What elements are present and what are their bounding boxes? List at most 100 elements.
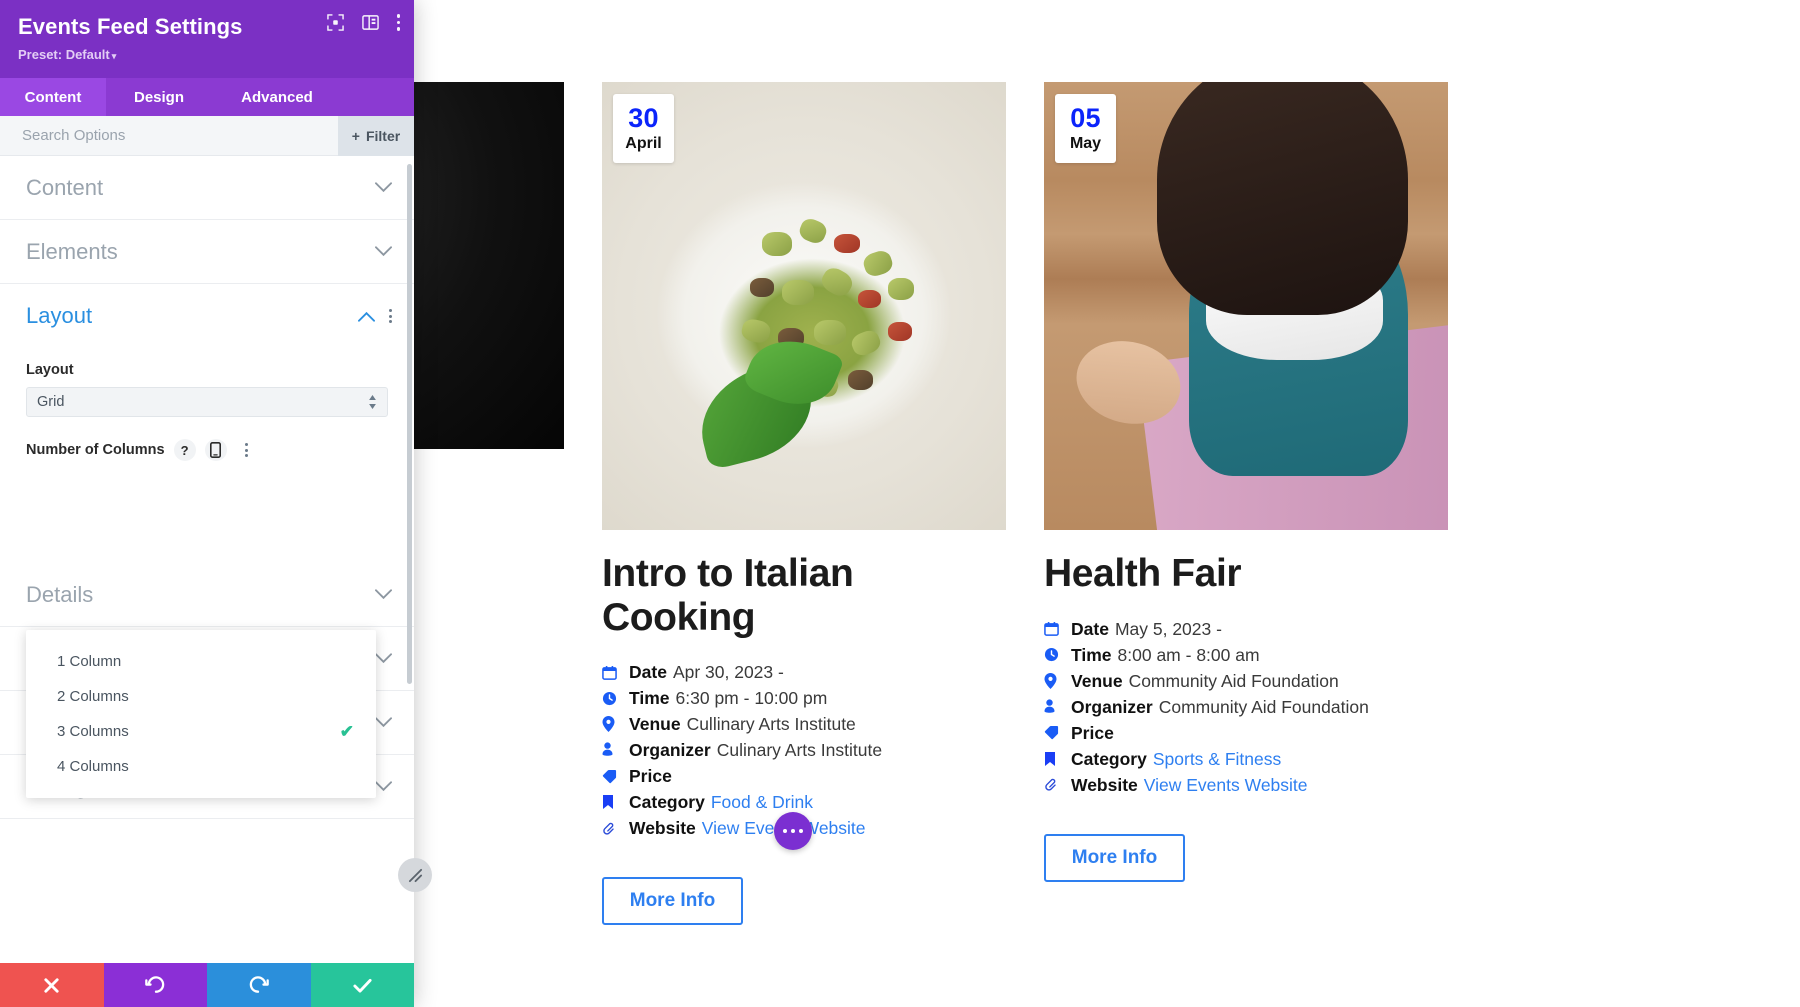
option-1-column[interactable]: 1 Column	[26, 644, 376, 679]
dot	[245, 448, 249, 452]
modal-header: Events Feed Settings Preset: Default ▾	[0, 0, 414, 78]
dot	[245, 443, 249, 446]
option-label: 1 Column	[57, 653, 122, 670]
section-controls	[358, 309, 392, 323]
resize-handle[interactable]	[398, 858, 432, 892]
more-options-icon[interactable]	[396, 14, 400, 31]
preset-selector[interactable]: Preset: Default ▾	[18, 47, 396, 62]
bookmark-icon	[602, 789, 622, 815]
modal-tabs: Content Design Advanced	[0, 78, 414, 116]
dot	[396, 27, 400, 31]
tab-content[interactable]: Content	[0, 78, 106, 116]
detail-label: Price	[1071, 722, 1114, 743]
number-of-columns-dropdown[interactable]: 1 Column 2 Columns 3 Columns ✔ 4 Columns	[26, 630, 376, 798]
date-badge-day: 05	[1070, 102, 1101, 133]
yoga-hair	[1157, 82, 1408, 315]
chevron-down-icon	[375, 589, 392, 600]
section-title: Content	[26, 174, 104, 200]
option-label: 2 Columns	[57, 688, 129, 705]
section-details[interactable]: Details	[0, 563, 414, 627]
help-icon[interactable]: ?	[173, 439, 196, 461]
detail-label: Organizer	[1071, 696, 1153, 717]
detail-label: Organizer	[629, 740, 711, 761]
detail-value: 8:00 am - 8:00 am	[1117, 644, 1260, 665]
detail-row-date: Date May 5, 2023 -	[1044, 616, 1448, 642]
option-3-columns[interactable]: 3 Columns ✔	[26, 714, 376, 749]
option-label: 3 Columns	[57, 723, 129, 740]
add-module-button[interactable]	[774, 812, 812, 850]
save-button[interactable]	[310, 963, 414, 1007]
events-feed-settings-modal: Events Feed Settings Preset: Default ▾ C…	[0, 0, 414, 1007]
tab-advanced[interactable]: Advanced	[212, 78, 342, 116]
dot	[389, 309, 392, 312]
columns-field-label: Number of Columns	[26, 442, 165, 458]
detail-row-category: Category Food & Drink	[602, 789, 1006, 815]
filter-label: Filter	[365, 128, 401, 144]
layout-field-label: Layout	[26, 362, 74, 378]
more-options-icon[interactable]	[389, 309, 392, 323]
detail-row-time: Time 6:30 pm - 10:00 pm	[602, 685, 1006, 711]
detail-value: May 5, 2023 -	[1114, 618, 1222, 639]
category-link[interactable]: Sports & Fitness	[1153, 746, 1281, 772]
detail-value: Community Aid Foundation	[1158, 696, 1369, 717]
person-icon	[1044, 694, 1064, 720]
detail-label: Time	[629, 688, 670, 709]
website-link[interactable]: View Events Website	[1144, 772, 1308, 798]
chevron-down-icon	[375, 246, 392, 257]
check-icon: ✔	[339, 721, 354, 741]
dot	[396, 14, 400, 18]
detail-label: Venue	[1071, 670, 1123, 691]
filter-button[interactable]: + Filter	[338, 116, 414, 156]
redo-button[interactable]	[207, 963, 311, 1007]
dot	[396, 20, 400, 25]
bookmark-icon	[1044, 746, 1064, 772]
tag-icon	[602, 763, 622, 789]
pin-icon	[602, 711, 622, 737]
layout-field: Layout Grid	[0, 348, 414, 417]
layout-select[interactable]: Grid	[26, 387, 388, 417]
panel-layout-icon[interactable]	[361, 14, 379, 31]
fullscreen-icon[interactable]	[326, 14, 344, 31]
detail-label: Category	[629, 792, 705, 813]
detail-value: Culinary Arts Institute	[716, 740, 883, 761]
event-card[interactable]: 05 May Health Fair Date May 5, 2023 - Ti…	[1044, 82, 1448, 925]
more-info-button[interactable]: More Info	[1044, 833, 1185, 882]
tab-design[interactable]: Design	[106, 78, 212, 116]
cancel-button[interactable]	[0, 963, 104, 1007]
stepper-arrows-icon	[368, 395, 377, 409]
chevron-down-icon: ▾	[111, 51, 117, 61]
detail-value: 6:30 pm - 10:00 pm	[675, 688, 828, 709]
panel-scrollbar[interactable]	[407, 164, 412, 684]
clock-icon	[1044, 642, 1064, 668]
option-4-columns[interactable]: 4 Columns	[26, 749, 376, 784]
columns-field: Number of Columns ?	[0, 417, 414, 461]
date-badge-day: 30	[628, 102, 659, 133]
more-options-icon[interactable]	[236, 439, 258, 461]
link-icon	[1044, 772, 1064, 798]
category-link[interactable]: Food & Drink	[711, 789, 813, 815]
detail-label: Price	[629, 766, 672, 787]
detail-value: Cullinary Arts Institute	[686, 714, 856, 735]
chevron-down-icon	[375, 717, 392, 728]
detail-label: Website	[629, 818, 696, 839]
option-2-columns[interactable]: 2 Columns	[26, 679, 376, 714]
event-card[interactable]: 30 April Intro to Italian Cooking Date A…	[602, 82, 1006, 926]
section-content[interactable]: Content	[0, 156, 414, 220]
detail-label: Venue	[629, 714, 681, 735]
detail-row-organizer: Organizer Culinary Arts Institute	[602, 737, 1006, 763]
detail-label: Website	[1071, 774, 1138, 795]
link-icon	[602, 815, 622, 841]
pin-icon	[1044, 668, 1064, 694]
more-info-button[interactable]: More Info	[602, 877, 743, 926]
chevron-up-icon[interactable]	[358, 311, 375, 322]
undo-button[interactable]	[103, 963, 207, 1007]
event-image: 30 April	[602, 82, 1006, 530]
section-elements[interactable]: Elements	[0, 220, 414, 284]
section-layout[interactable]: Layout	[0, 284, 414, 348]
settings-scroll-area[interactable]: Content Elements Layout Layout Grid Numb…	[0, 156, 414, 963]
dot	[389, 320, 392, 323]
mobile-icon[interactable]	[204, 439, 227, 461]
event-date-badge: 05 May	[1055, 94, 1116, 163]
detail-row-venue: Venue Cullinary Arts Institute	[602, 711, 1006, 737]
event-image: 05 May	[1044, 82, 1448, 530]
